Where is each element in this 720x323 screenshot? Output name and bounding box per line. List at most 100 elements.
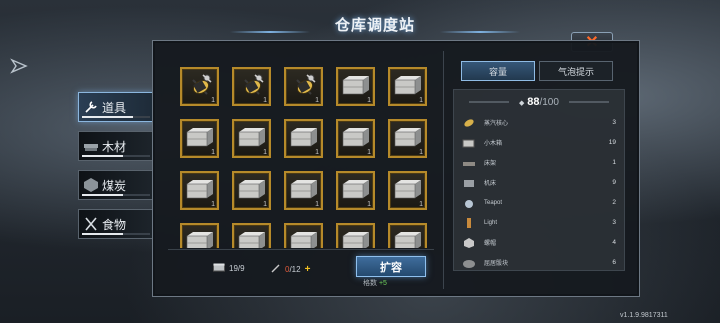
inventory-slot[interactable] bbox=[232, 223, 271, 248]
wood-plank-icon bbox=[83, 138, 99, 154]
capacity-readout: ◆ 88/100 bbox=[454, 96, 624, 108]
title-ornament-left bbox=[230, 31, 310, 33]
fork-knife-icon bbox=[83, 216, 99, 232]
item-name: 螺帽 bbox=[484, 241, 497, 247]
inventory-slot[interactable] bbox=[336, 223, 375, 248]
tab-wood[interactable]: 木材 bbox=[78, 131, 154, 161]
title-ornament-right bbox=[440, 31, 520, 33]
version-label: v1.1.9.9817311 bbox=[620, 312, 668, 319]
list-item: 小木箱 19 bbox=[462, 134, 616, 151]
inventory-slot[interactable]: 1 bbox=[232, 171, 271, 210]
item-count: 3 bbox=[612, 119, 616, 126]
crate-icon bbox=[213, 263, 225, 274]
list-item: 屈居骰块 6 bbox=[462, 254, 616, 271]
bed-frame-icon bbox=[462, 157, 476, 169]
tab-food[interactable]: 食物 bbox=[78, 209, 154, 239]
inventory-slot[interactable]: 1 bbox=[336, 119, 375, 158]
slots-info: 格数 +5 bbox=[363, 278, 387, 288]
tab-label: 食物 bbox=[102, 217, 127, 232]
slot-count: 1 bbox=[419, 201, 423, 208]
machine-tool-icon bbox=[462, 177, 476, 189]
tab-bubble-tips[interactable]: 气泡提示 bbox=[539, 61, 613, 81]
slot-count: 1 bbox=[367, 97, 371, 104]
item-name: 床架 bbox=[484, 161, 497, 167]
crate-count-stat: 19/9 bbox=[213, 263, 245, 274]
slot-count: 1 bbox=[211, 149, 215, 156]
inventory-slot[interactable]: 1 bbox=[388, 119, 427, 158]
item-count: 9 bbox=[612, 179, 616, 186]
back-arrow-icon[interactable] bbox=[10, 57, 28, 75]
list-item: Teapot 2 bbox=[462, 194, 616, 211]
plus-icon[interactable]: + bbox=[305, 264, 311, 275]
item-count: 19 bbox=[608, 139, 616, 146]
panel-divider bbox=[443, 51, 444, 289]
item-count: 6 bbox=[612, 259, 616, 266]
slot-count: 1 bbox=[211, 201, 215, 208]
inventory-slot[interactable] bbox=[284, 223, 323, 248]
capacity-panel: ◆ 88/100 蒸汽核心 3 小木箱 19 床架 1 机床 9 Teapot 2 Light 3 螺帽… bbox=[453, 89, 625, 271]
item-name: Teapot bbox=[484, 199, 503, 206]
capacity-max: /100 bbox=[539, 97, 559, 108]
divider bbox=[168, 249, 434, 250]
slot-count: 1 bbox=[263, 97, 267, 104]
inventory-slot[interactable]: 1 bbox=[180, 171, 219, 210]
tab-props[interactable]: 道具 bbox=[78, 92, 154, 122]
tool-count-stat: 0/12 + bbox=[271, 263, 310, 275]
tab-capacity[interactable]: 容量 bbox=[461, 61, 535, 81]
inventory-slot[interactable]: 1 bbox=[180, 119, 219, 158]
slot-count: 1 bbox=[367, 149, 371, 156]
tab-fill-bar bbox=[82, 116, 150, 118]
slot-count: 1 bbox=[263, 149, 267, 156]
tab-fill-bar bbox=[82, 194, 150, 196]
slots-bonus: +5 bbox=[378, 280, 387, 287]
coal-lump-icon bbox=[83, 177, 99, 193]
inventory-slot[interactable]: 1 bbox=[388, 171, 427, 210]
tab-fill-bar bbox=[82, 155, 150, 157]
slot-count: 1 bbox=[263, 201, 267, 208]
slot-count: 1 bbox=[315, 97, 319, 104]
item-name: 屈居骰块 bbox=[484, 261, 509, 267]
list-item: 蒸汽核心 3 bbox=[462, 114, 616, 131]
tab-fill-bar bbox=[82, 233, 150, 235]
tab-coal[interactable]: 煤炭 bbox=[78, 170, 154, 200]
item-name: 蒸汽核心 bbox=[484, 121, 509, 127]
teapot-icon bbox=[462, 197, 476, 209]
tab-label: 道具 bbox=[102, 100, 127, 115]
crate-count: 19/9 bbox=[229, 264, 245, 273]
inventory-slot[interactable]: 1 bbox=[232, 67, 271, 106]
inventory-slot[interactable] bbox=[180, 223, 219, 248]
slot-count: 1 bbox=[419, 149, 423, 156]
category-tabs: 道具 木材 煤炭 食物 bbox=[78, 92, 154, 248]
tab-label: 煤炭 bbox=[102, 178, 127, 193]
inventory-slot[interactable]: 1 bbox=[336, 171, 375, 210]
expand-button[interactable]: 扩容 bbox=[356, 256, 426, 277]
slot-count: 1 bbox=[419, 97, 423, 104]
inventory-grid: 1 1 1 1 1 1 1 1 1 1 1 1 1 1 1 bbox=[168, 55, 434, 248]
inventory-slot[interactable]: 1 bbox=[284, 67, 323, 106]
warehouse-panel: 1 1 1 1 1 1 1 1 1 1 1 1 1 1 1 19/9 0/12 + 扩容 格数 +5 容量 … bbox=[152, 40, 640, 297]
slot-count: 1 bbox=[315, 149, 319, 156]
item-name: 机床 bbox=[484, 181, 497, 187]
slot-count: 1 bbox=[211, 97, 215, 104]
lamp-icon bbox=[462, 217, 476, 229]
inventory-slot[interactable]: 1 bbox=[336, 67, 375, 106]
inventory-slot[interactable]: 1 bbox=[388, 67, 427, 106]
inventory-slot[interactable]: 1 bbox=[284, 171, 323, 210]
capacity-current: 88 bbox=[527, 96, 540, 108]
inventory-slot[interactable]: 1 bbox=[180, 67, 219, 106]
slot-count: 1 bbox=[315, 201, 319, 208]
item-name: 小木箱 bbox=[484, 141, 503, 147]
inventory-slot[interactable] bbox=[388, 223, 427, 248]
nut-icon bbox=[462, 237, 476, 249]
item-name: Light bbox=[484, 219, 498, 226]
item-count: 4 bbox=[612, 239, 616, 246]
tool-total: /12 bbox=[289, 264, 301, 274]
right-tabs: 容量 气泡提示 bbox=[461, 61, 613, 81]
item-count: 2 bbox=[612, 199, 616, 206]
inventory-slot[interactable]: 1 bbox=[284, 119, 323, 158]
list-item: 床架 1 bbox=[462, 154, 616, 171]
small-crate-icon bbox=[462, 137, 476, 149]
diamond-icon: ◆ bbox=[519, 100, 525, 107]
tab-label: 木材 bbox=[102, 139, 127, 154]
inventory-slot[interactable]: 1 bbox=[232, 119, 271, 158]
